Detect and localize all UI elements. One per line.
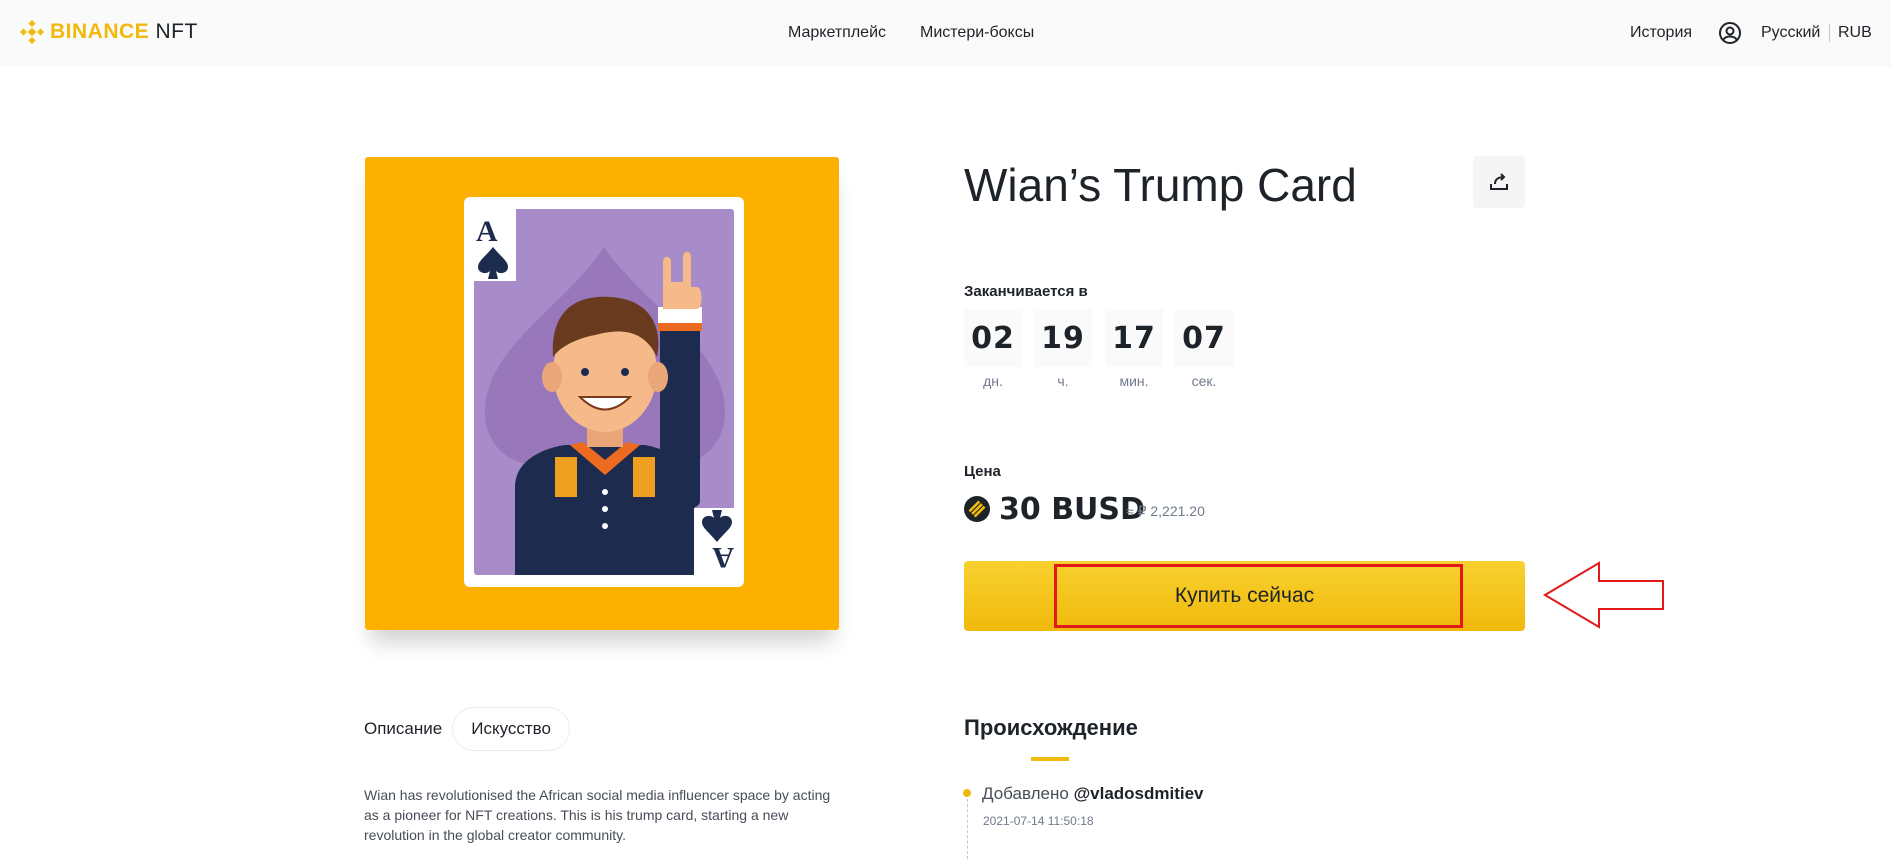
timeline-line <box>967 799 968 859</box>
price-label: Цена <box>964 463 1001 480</box>
busd-coin-icon <box>964 496 990 522</box>
card-rank-top: A <box>476 215 498 248</box>
countdown-hours: 19 ч. <box>1034 309 1092 389</box>
nft-title: Wian’s Trump Card <box>964 159 1357 211</box>
countdown-minutes-label: мин. <box>1119 373 1149 389</box>
nav-mystery-boxes[interactable]: Мистери-боксы <box>920 24 1034 42</box>
provenance-timestamp: 2021-07-14 11:50:18 <box>983 814 1094 828</box>
logo-brand: BINANCE <box>50 20 150 43</box>
top-navbar: BINANCE NFT Маркетплейс Мистери-боксы Ис… <box>0 0 1891 67</box>
countdown-seconds-value: 07 <box>1175 309 1233 367</box>
countdown-minutes-value: 17 <box>1105 309 1163 367</box>
provenance-title: Происхождение <box>964 715 1138 740</box>
provenance-user-link[interactable]: @vladosdmitiev <box>1074 784 1204 803</box>
nav-history[interactable]: История <box>1630 24 1692 42</box>
nav-marketplace[interactable]: Маркетплейс <box>788 24 886 42</box>
countdown-hours-label: ч. <box>1057 373 1069 389</box>
buy-now-label: Купить сейчас <box>1174 584 1315 607</box>
provenance-action: Добавлено <box>982 784 1069 803</box>
countdown-days: 02 дн. <box>964 309 1022 389</box>
countdown-minutes: 17 мин. <box>1105 309 1163 389</box>
nft-description: Wian has revolutionised the African soci… <box>364 787 831 843</box>
left-arrow-annotation-icon <box>1543 561 1664 629</box>
buy-now-button[interactable]: Купить сейчас <box>964 561 1525 631</box>
detail-tabs: Описание Искусство <box>364 707 570 751</box>
price-amount: 30 BUSD <box>999 492 1145 527</box>
provenance-underline <box>1031 757 1069 761</box>
countdown-days-value: 02 <box>964 309 1022 367</box>
user-circle-icon[interactable] <box>1718 21 1742 45</box>
logo-suffix: NFT <box>155 20 198 43</box>
language-selector[interactable]: Русский <box>1761 24 1820 42</box>
binance-diamond-icon <box>20 20 44 44</box>
share-button[interactable] <box>1473 156 1525 208</box>
nft-artwork[interactable]: A A <box>365 157 839 630</box>
provenance-entry: Добавлено @vladosdmitiev <box>982 784 1204 804</box>
timeline-dot <box>963 789 971 797</box>
ace-of-spades-card-illustration: A A <box>464 197 744 587</box>
currency-selector[interactable]: RUB <box>1838 24 1872 42</box>
binance-nft-logo[interactable]: BINANCE NFT <box>20 20 198 44</box>
countdown-days-label: дн. <box>983 373 1003 389</box>
tab-description[interactable]: Описание <box>364 719 442 739</box>
tab-category-art[interactable]: Искусство <box>452 707 570 751</box>
svg-text:A: A <box>712 541 734 574</box>
nav-divider <box>1829 24 1830 42</box>
countdown-seconds: 07 сек. <box>1175 309 1233 389</box>
price-fiat: ≈ ₽ 2,221.20 <box>1126 503 1205 519</box>
countdown-hours-value: 19 <box>1034 309 1092 367</box>
countdown-seconds-label: сек. <box>1191 373 1217 389</box>
countdown-label: Заканчивается в <box>964 283 1088 300</box>
share-icon <box>1490 173 1508 190</box>
